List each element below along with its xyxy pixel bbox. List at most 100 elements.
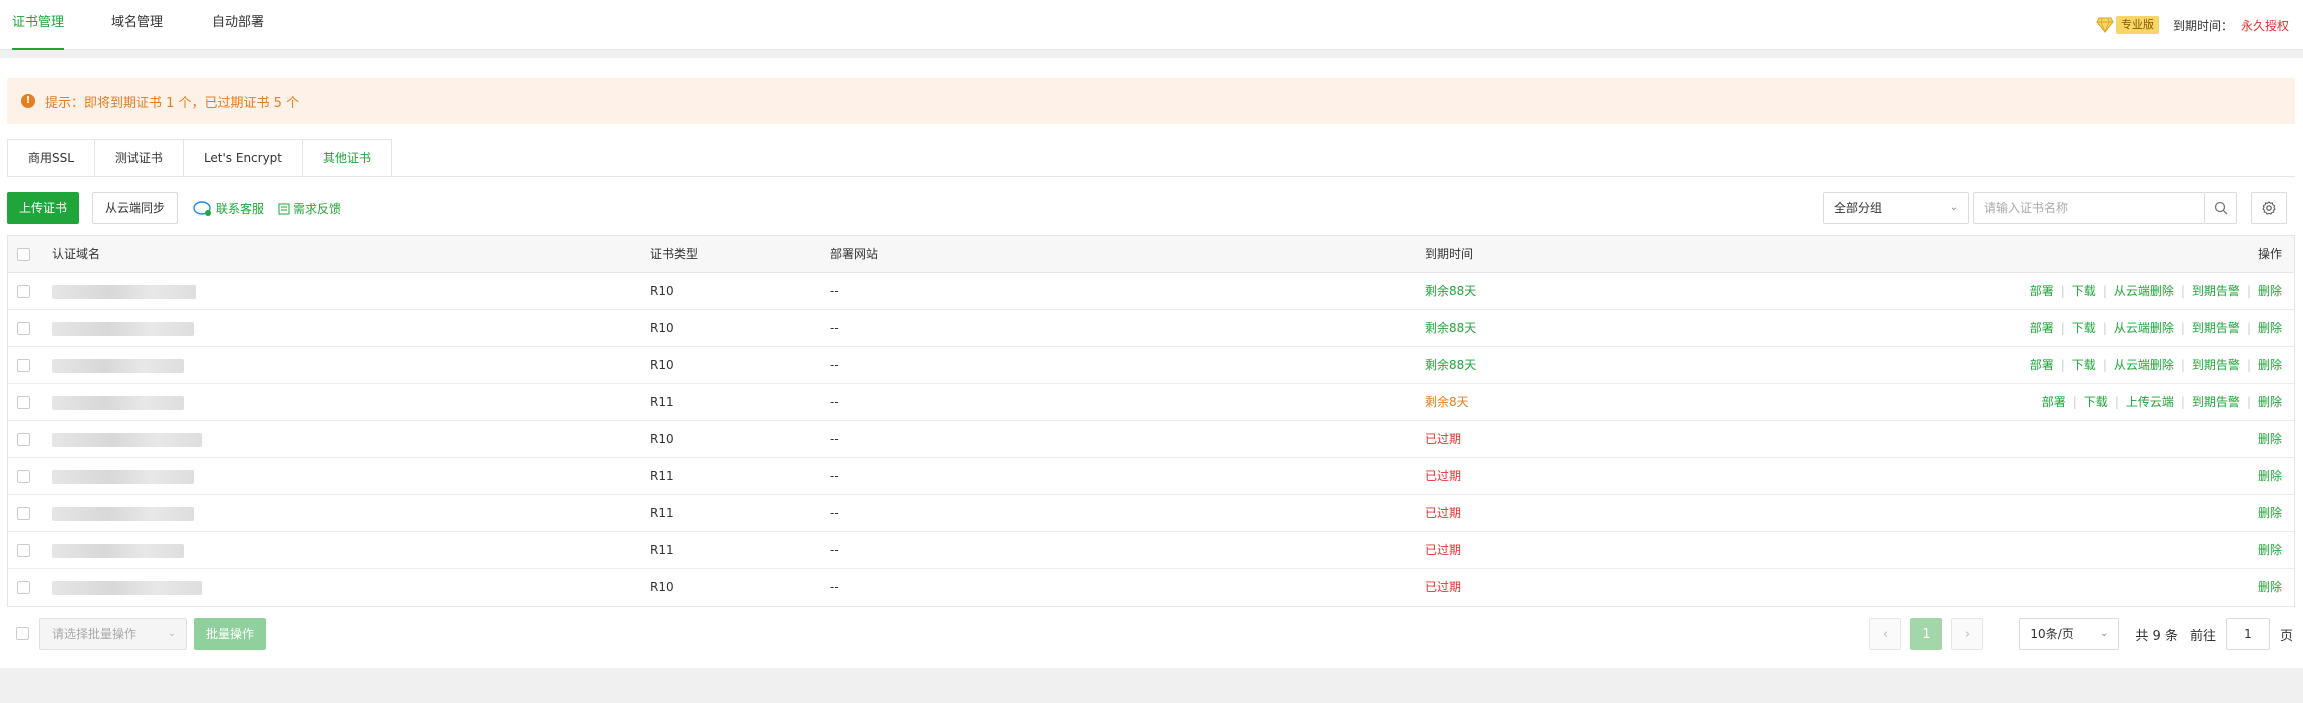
search-input[interactable]	[1974, 193, 2194, 223]
op-link[interactable]: 下载	[2072, 321, 2096, 335]
op-link[interactable]: 部署	[2030, 358, 2054, 372]
group-select[interactable]: 全部分组 ⌄	[1823, 192, 1969, 224]
cell-expire: 剩余88天	[1425, 358, 1477, 372]
search-button[interactable]	[2205, 192, 2237, 224]
tab-other-cert[interactable]: 其他证书	[302, 139, 393, 177]
redacted-text	[52, 506, 194, 521]
row-checkbox[interactable]	[17, 359, 30, 372]
tab-auto-deploy[interactable]: 自动部署	[212, 0, 264, 50]
op-link[interactable]: 部署	[2030, 321, 2054, 335]
cell-site: --	[830, 395, 839, 409]
ops-separator: |	[2060, 358, 2065, 372]
cell-expire: 已过期	[1425, 580, 1462, 594]
expire-value[interactable]: 永久授权	[2241, 17, 2289, 34]
row-checkbox[interactable]	[17, 470, 30, 483]
op-link[interactable]: 上传云端	[2126, 395, 2174, 409]
op-link[interactable]: 删除	[2258, 506, 2282, 520]
op-link[interactable]: 到期告警	[2192, 321, 2240, 335]
page-size-select[interactable]: 10条/页 ⌄	[2019, 618, 2120, 650]
op-link[interactable]: 删除	[2258, 395, 2282, 409]
op-link[interactable]: 部署	[2030, 284, 2054, 298]
cell-site: --	[830, 580, 839, 594]
op-link[interactable]: 从云端删除	[2114, 321, 2174, 335]
op-link[interactable]: 到期告警	[2192, 395, 2240, 409]
chevron-right-icon: ›	[1964, 626, 1971, 642]
cell-expire: 剩余88天	[1425, 284, 1477, 298]
op-link[interactable]: 下载	[2072, 284, 2096, 298]
batch-op-button[interactable]: 批量操作	[194, 618, 267, 650]
contact-support-link[interactable]: 联系客服	[193, 200, 264, 217]
chevron-down-icon: ⌄	[167, 628, 176, 639]
select-all-checkbox[interactable]	[17, 248, 30, 261]
cell-ops: 删除	[2258, 532, 2282, 569]
warning-icon: !	[21, 94, 35, 108]
feedback-link[interactable]: 需求反馈	[278, 200, 341, 217]
row-checkbox[interactable]	[17, 544, 30, 557]
chat-icon	[193, 200, 211, 216]
table-row: R11 -- 剩余8天 部署 | 下载 | 上传云端 | 到期告警 | 删除	[8, 384, 2294, 421]
redacted-text	[52, 580, 202, 595]
cell-site: --	[830, 321, 839, 335]
row-checkbox[interactable]	[17, 581, 30, 594]
op-link[interactable]: 下载	[2084, 395, 2108, 409]
prev-page-button[interactable]: ‹	[1869, 618, 1902, 650]
tab-test-cert[interactable]: 测试证书	[93, 139, 183, 177]
tabs-divider	[7, 176, 2295, 177]
ops-separator: |	[2114, 395, 2119, 409]
cell-domain-redacted	[52, 495, 194, 532]
cell-site: --	[830, 469, 839, 483]
op-link[interactable]: 删除	[2258, 469, 2282, 483]
redacted-text	[52, 469, 194, 484]
tab-lets-encrypt[interactable]: Let's Encrypt	[182, 139, 303, 177]
ops-separator: |	[2102, 321, 2107, 335]
tab-cert-management[interactable]: 证书管理	[12, 0, 65, 50]
cell-type: R10	[650, 284, 674, 298]
upload-cert-button[interactable]: 上传证书	[7, 192, 80, 224]
table-row: R10 -- 已过期 删除	[8, 421, 2294, 458]
cell-ops: 删除	[2258, 495, 2282, 532]
op-link[interactable]: 删除	[2258, 432, 2282, 446]
row-checkbox[interactable]	[17, 322, 30, 335]
pro-badge-label: 专业版	[2115, 16, 2159, 34]
tab-commercial-ssl[interactable]: 商用SSL	[7, 139, 94, 177]
diamond-icon	[2096, 17, 2114, 33]
ops-separator: |	[2180, 395, 2185, 409]
sync-cloud-button[interactable]: 从云端同步	[92, 192, 179, 224]
op-link[interactable]: 删除	[2258, 321, 2282, 335]
row-checkbox[interactable]	[17, 433, 30, 446]
ops-separator: |	[2102, 284, 2107, 298]
op-link[interactable]: 从云端删除	[2114, 358, 2174, 372]
row-checkbox[interactable]	[17, 396, 30, 409]
next-page-button[interactable]: ›	[1951, 618, 1984, 650]
search-box	[1973, 192, 2205, 224]
table-row: R11 -- 已过期 删除	[8, 532, 2294, 569]
page-unit-label: 页	[2279, 628, 2293, 644]
redacted-text	[52, 432, 202, 447]
op-link[interactable]: 部署	[2042, 395, 2066, 409]
chevron-left-icon: ‹	[1882, 626, 1889, 642]
row-checkbox[interactable]	[17, 285, 30, 298]
op-link[interactable]: 删除	[2258, 580, 2282, 594]
op-link[interactable]: 删除	[2258, 358, 2282, 372]
page-number-current[interactable]: 1	[1910, 618, 1943, 650]
cell-site: --	[830, 284, 839, 298]
total-count: 共 9 条	[2135, 628, 2178, 644]
batch-op-select[interactable]: 请选择批量操作 ⌄	[39, 618, 187, 650]
table-row: R10 -- 已过期 删除	[8, 569, 2294, 606]
column-settings-button[interactable]	[2251, 192, 2287, 224]
document-icon	[278, 203, 290, 214]
cell-domain-redacted	[52, 421, 202, 458]
op-link[interactable]: 删除	[2258, 543, 2282, 557]
op-link[interactable]: 从云端删除	[2114, 284, 2174, 298]
tab-domain-management[interactable]: 域名管理	[111, 0, 163, 50]
cell-type: R10	[650, 358, 674, 372]
op-link[interactable]: 到期告警	[2192, 284, 2240, 298]
goto-page-input[interactable]: 1	[2225, 618, 2270, 650]
footer-select-all-checkbox[interactable]	[16, 627, 29, 640]
op-link[interactable]: 删除	[2258, 284, 2282, 298]
pro-badge: 专业版	[2096, 15, 2159, 35]
op-link[interactable]: 下载	[2072, 358, 2096, 372]
op-link[interactable]: 到期告警	[2192, 358, 2240, 372]
row-checkbox[interactable]	[17, 507, 30, 520]
cell-site: --	[830, 432, 839, 446]
